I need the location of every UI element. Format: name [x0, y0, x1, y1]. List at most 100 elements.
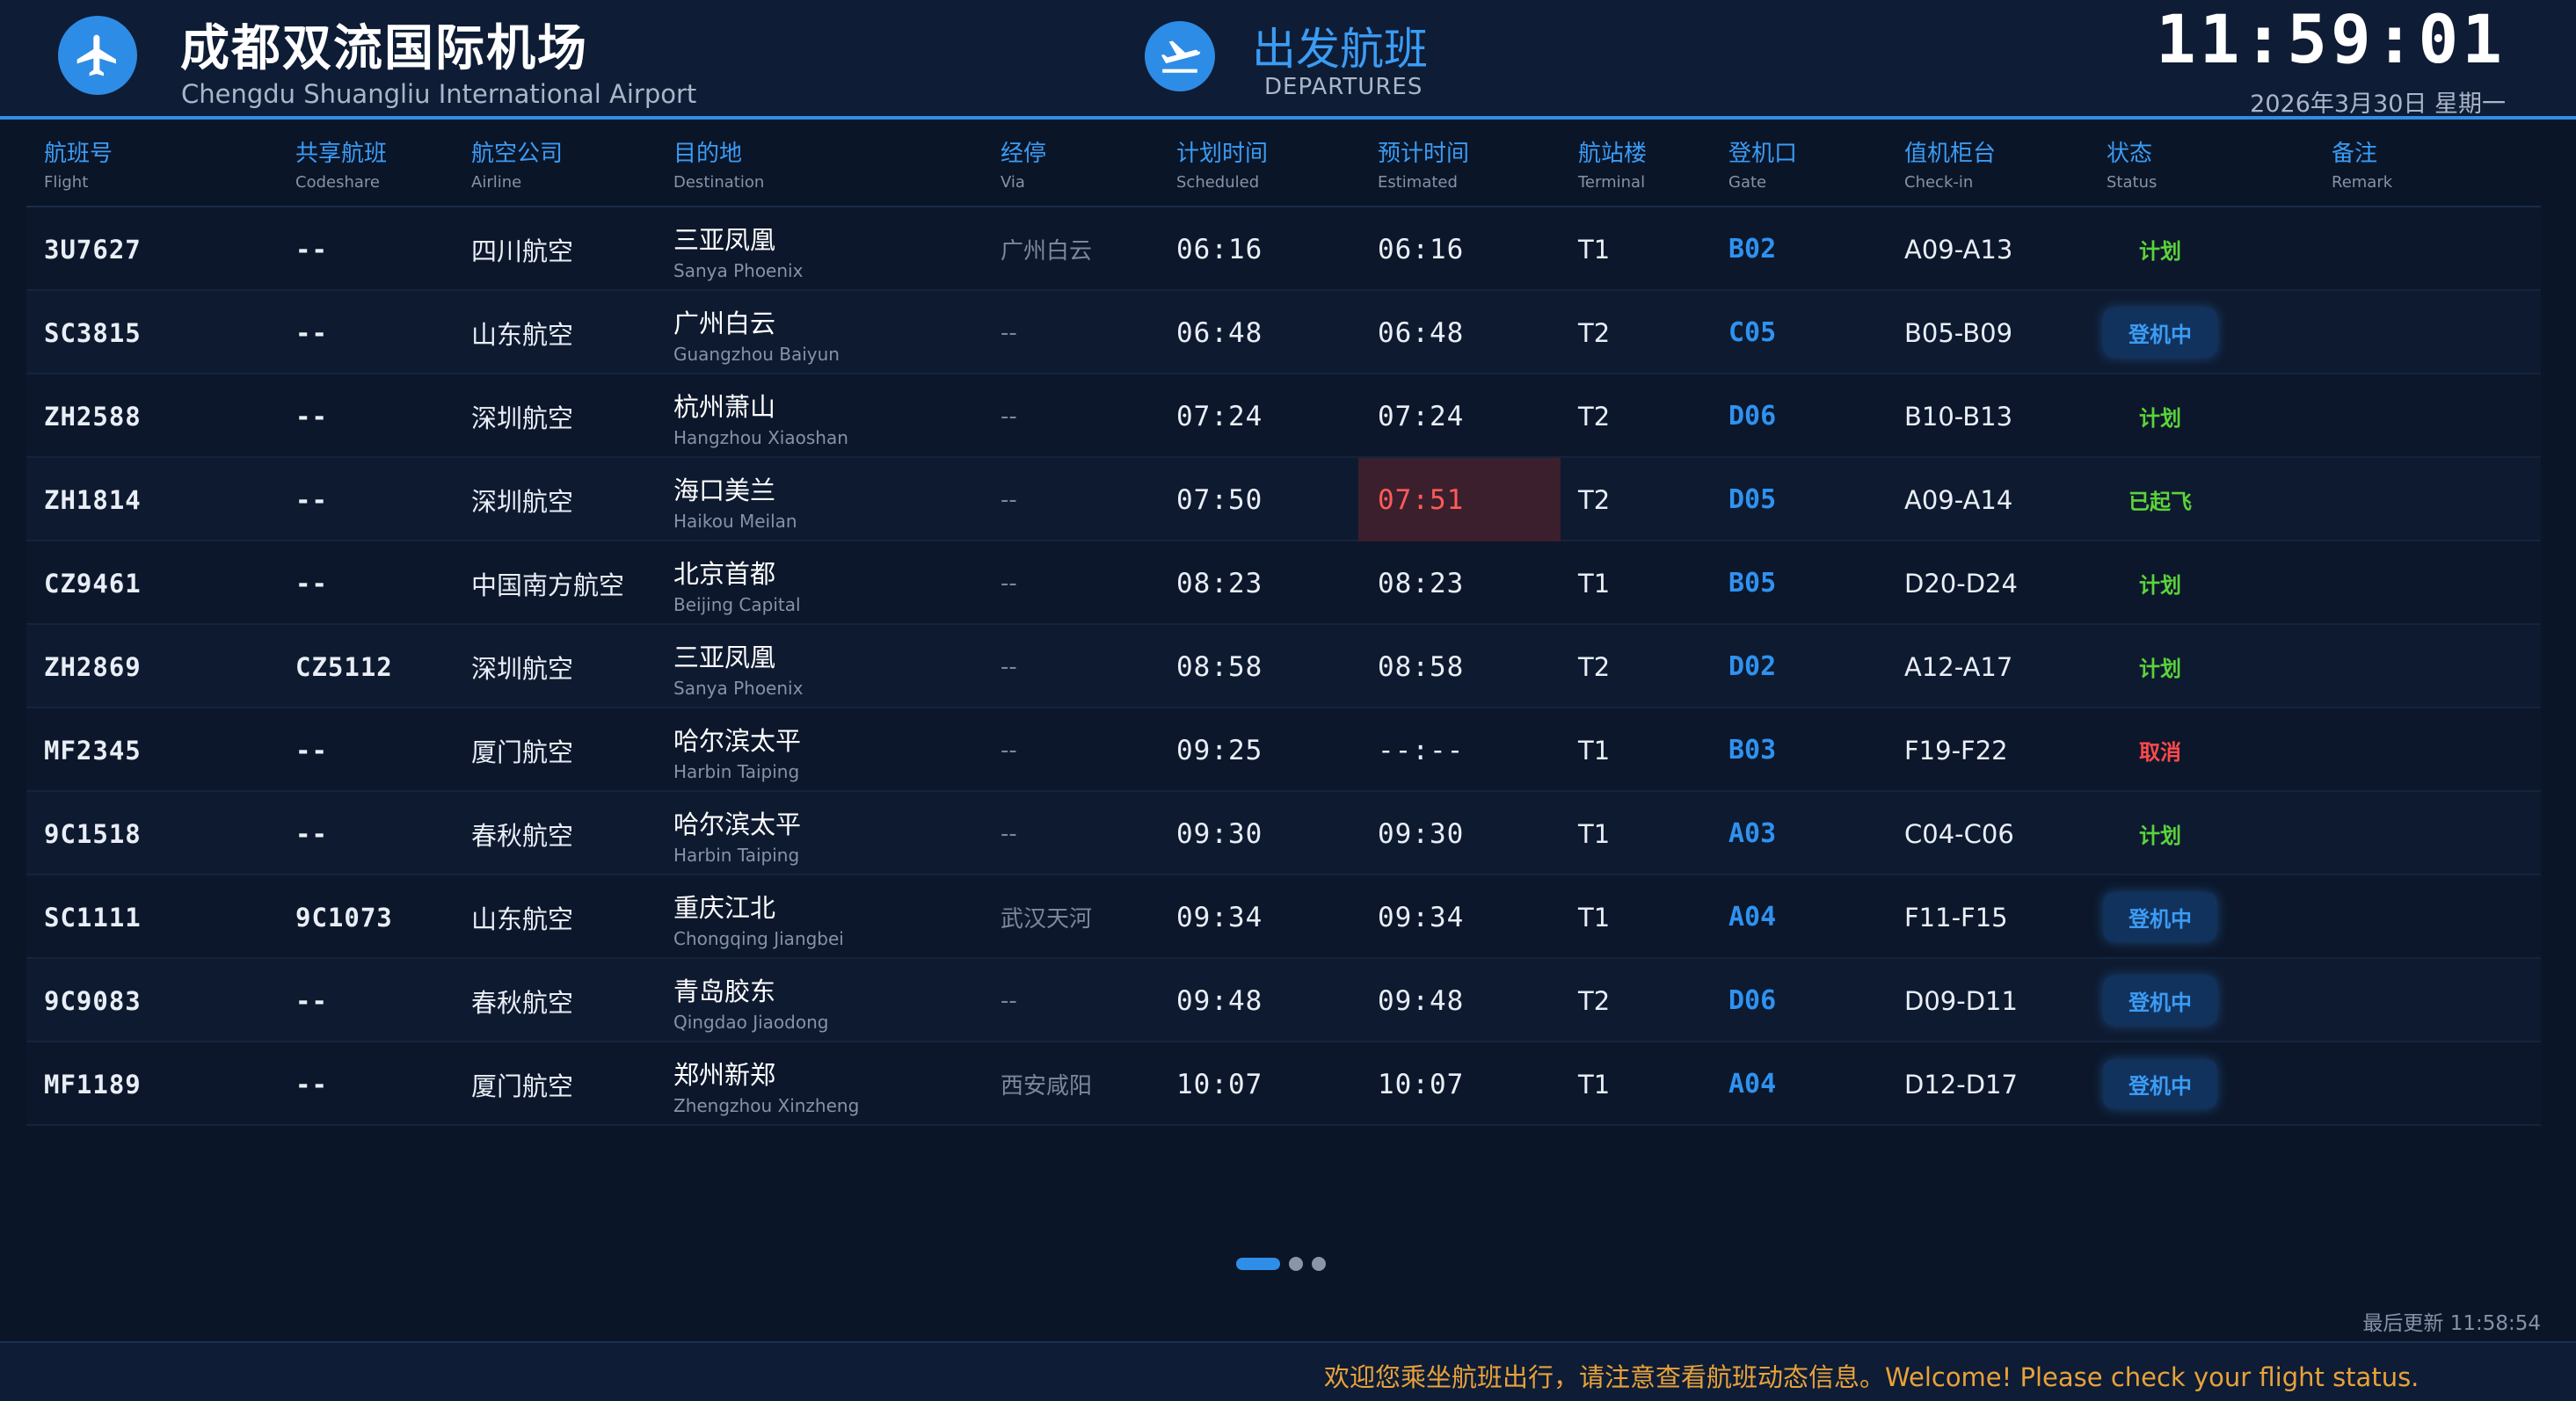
- column-header-scheduled: 计划时间 Scheduled: [1176, 135, 1268, 192]
- gate: D06: [1728, 985, 1777, 1016]
- gate: B03: [1728, 735, 1777, 766]
- airline: 深圳航空: [471, 403, 574, 433]
- scheduled-time: 06:16: [1176, 233, 1263, 265]
- airline: 中国南方航空: [471, 570, 625, 600]
- gate: B02: [1728, 234, 1777, 265]
- board-title-cn: 出发航班: [1252, 24, 1428, 75]
- destination: 广州白云 Guangzhou Baiyun: [673, 303, 840, 365]
- airline: 四川航空: [471, 236, 574, 266]
- terminal: T1: [1578, 818, 1611, 849]
- status: 已起飞: [2094, 458, 2226, 541]
- checkin-counter: D12-D17: [1904, 1069, 2018, 1100]
- column-header-cn: 航站楼: [1578, 141, 1648, 167]
- destination: 哈尔滨太平 Harbin Taiping: [673, 721, 801, 782]
- via: --: [1001, 319, 1017, 346]
- codeshare: --: [295, 401, 328, 432]
- destination-en: Beijing Capital: [673, 594, 801, 615]
- via: 广州白云: [1001, 238, 1093, 265]
- terminal: T1: [1578, 568, 1611, 599]
- codeshare: --: [295, 818, 328, 849]
- table-row[interactable]: 3U7627 -- 四川航空 三亚凤凰 Sanya Phoenix 广州白云 06:16 06…: [26, 207, 2541, 291]
- airline: 山东航空: [471, 319, 574, 350]
- table-row[interactable]: SC3815 -- 山东航空 广州白云 Guangzhou Baiyun -- 06:48 0…: [26, 291, 2541, 374]
- destination-cn: 杭州萧山: [673, 392, 776, 422]
- column-header-terminal: 航站楼 Terminal: [1578, 135, 1647, 192]
- column-header-destination: 目的地 Destination: [673, 135, 764, 192]
- column-header-en: Terminal: [1578, 173, 1646, 192]
- scheduled-time: 09:34: [1176, 901, 1263, 933]
- via: --: [1001, 403, 1017, 430]
- table-row[interactable]: ZH2588 -- 深圳航空 杭州萧山 Hangzhou Xiaoshan -- 07:24…: [26, 374, 2541, 458]
- via: --: [1001, 570, 1017, 597]
- table-row[interactable]: SC1111 9C1073 山东航空 重庆江北 Chongqing Jiangbei 武汉…: [26, 875, 2541, 959]
- checkin-counter: F19-F22: [1904, 735, 2008, 766]
- header: 成都双流国际机场 Chengdu Shuangliu International…: [0, 0, 2576, 120]
- table-header: 航班号 Flight 共享航班 Codeshare 航空公司 Airline 目的地 Dest…: [26, 123, 2541, 207]
- flight-number: ZH1814: [44, 484, 142, 515]
- airline: 深圳航空: [471, 653, 574, 684]
- scheduled-time: 08:23: [1176, 567, 1263, 599]
- status-text: 计划: [2139, 657, 2181, 681]
- page-dot[interactable]: [1236, 1258, 1280, 1270]
- terminal: T1: [1578, 234, 1611, 265]
- board-title-en: DEPARTURES: [1264, 74, 1423, 100]
- table-row[interactable]: MF2345 -- 厦门航空 哈尔滨太平 Harbin Taiping -- 09:25 --…: [26, 708, 2541, 792]
- column-header-cn: 计划时间: [1176, 141, 1269, 167]
- table-row[interactable]: 9C1518 -- 春秋航空 哈尔滨太平 Harbin Taiping -- 09:30 09…: [26, 792, 2541, 875]
- table-row[interactable]: ZH1814 -- 深圳航空 海口美兰 Haikou Meilan -- 07:50 07:5…: [26, 458, 2541, 541]
- column-header-en: Estimated: [1378, 173, 1458, 192]
- page-dot[interactable]: [1312, 1257, 1326, 1271]
- via: --: [1001, 486, 1017, 513]
- estimated-time: 09:30: [1378, 817, 1465, 850]
- codeshare: --: [295, 234, 328, 265]
- codeshare: --: [295, 568, 328, 599]
- destination-cn: 海口美兰: [673, 475, 776, 505]
- date-display: 2026年3月30日 星期一: [2250, 91, 2506, 118]
- column-header-en: Check-in: [1904, 173, 1974, 192]
- destination: 哈尔滨太平 Harbin Taiping: [673, 804, 801, 866]
- airline: 厦门航空: [471, 1071, 574, 1101]
- status: 计划: [2094, 792, 2226, 875]
- estimated-time: 06:16: [1378, 233, 1465, 265]
- column-header-cn: 航班号: [44, 141, 113, 167]
- table-row[interactable]: 9C9083 -- 春秋航空 青岛胶东 Qingdao Jiaodong -- 09:48 0…: [26, 959, 2541, 1042]
- column-header-airline: 航空公司 Airline: [471, 135, 563, 192]
- column-header-cn: 登机口: [1728, 141, 1798, 167]
- codeshare: 9C1073: [295, 902, 393, 933]
- status-badge: 登机中: [2104, 309, 2216, 357]
- terminal: T1: [1578, 902, 1611, 933]
- scheduled-time: 06:48: [1176, 316, 1263, 349]
- page-dot[interactable]: [1289, 1257, 1303, 1271]
- checkin-counter: B05-B09: [1904, 317, 2013, 348]
- ticker-bar: 欢迎您乘坐航班出行，请注意查看航班动态信息。Welcome! Please ch…: [0, 1341, 2576, 1401]
- status-text: 计划: [2139, 573, 2181, 598]
- destination-en: Harbin Taiping: [673, 761, 800, 782]
- estimated-time: --:--: [1378, 734, 1465, 766]
- gate: A03: [1728, 818, 1777, 849]
- estimated-time: 08:23: [1378, 567, 1465, 599]
- terminal: T2: [1578, 651, 1611, 682]
- checkin-counter: F11-F15: [1904, 902, 2008, 933]
- table-row[interactable]: ZH2869 CZ5112 深圳航空 三亚凤凰 Sanya Phoenix -- 08:58…: [26, 625, 2541, 708]
- checkin-counter: B10-B13: [1904, 401, 2013, 432]
- destination: 三亚凤凰 Sanya Phoenix: [673, 637, 803, 699]
- table-row[interactable]: CZ9461 -- 中国南方航空 北京首都 Beijing Capital -- 08:23…: [26, 541, 2541, 625]
- estimated-time: 09:48: [1378, 984, 1465, 1017]
- page-indicator: [1236, 1257, 1326, 1271]
- column-header-codeshare: 共享航班 Codeshare: [295, 135, 387, 192]
- status: 计划: [2094, 541, 2226, 625]
- codeshare: --: [295, 484, 328, 515]
- airline: 春秋航空: [471, 820, 574, 851]
- destination-en: Hangzhou Xiaoshan: [673, 427, 848, 448]
- terminal: T2: [1578, 985, 1611, 1016]
- codeshare: --: [295, 985, 328, 1016]
- column-header-en: Flight: [44, 173, 89, 192]
- via: 武汉天河: [1001, 906, 1093, 933]
- destination-en: Sanya Phoenix: [673, 678, 804, 699]
- table-row[interactable]: MF1189 -- 厦门航空 郑州新郑 Zhengzhou Xinzheng 西安咸阳 10…: [26, 1042, 2541, 1126]
- gate: D06: [1728, 401, 1777, 432]
- column-header-cn: 值机柜台: [1904, 141, 1997, 167]
- flight-number: CZ9461: [44, 568, 142, 599]
- airplane-icon: [76, 34, 116, 76]
- status: 登机中: [2094, 875, 2226, 959]
